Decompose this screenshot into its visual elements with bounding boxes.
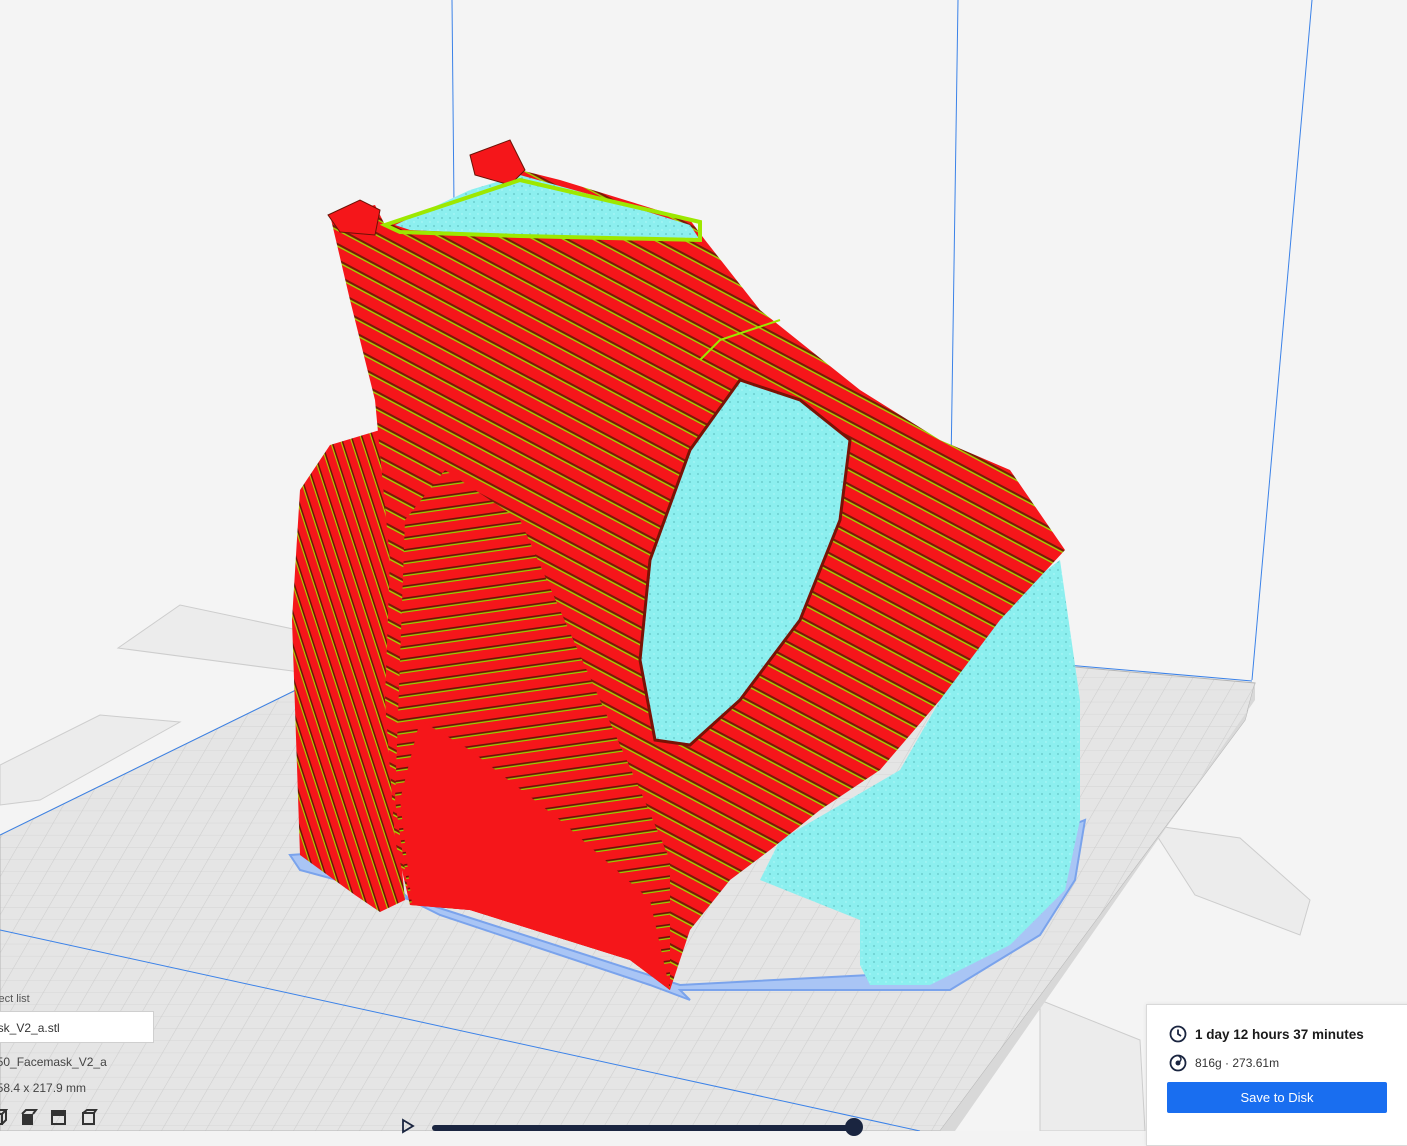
print-summary-panel: 1 day 12 hours 37 minutes 816g · 273.61m… — [1146, 1004, 1407, 1146]
object-dimensions: 258.4 x 217.9 mm — [0, 1081, 87, 1095]
view-3d-icon[interactable] — [0, 1109, 8, 1127]
clock-icon — [1169, 1025, 1187, 1043]
save-to-disk-button[interactable]: Save to Disk — [1167, 1082, 1387, 1113]
material-row: 816g · 273.61m — [1169, 1054, 1279, 1072]
object-list-panel: bject list ask_V2_a.stl 350_Facemask_V2_… — [0, 993, 160, 1127]
material-usage: 816g · 273.61m — [1195, 1056, 1280, 1070]
view-buttons — [0, 1109, 160, 1127]
object-list-header[interactable]: bject list — [0, 993, 160, 1005]
view-top-icon[interactable] — [50, 1109, 68, 1127]
object-name: 350_Facemask_V2_a — [0, 1055, 107, 1069]
layer-slider-handle[interactable] — [845, 1118, 863, 1136]
3d-viewport[interactable] — [0, 0, 1407, 1131]
print-time: 1 day 12 hours 37 minutes — [1195, 1026, 1364, 1042]
print-time-row: 1 day 12 hours 37 minutes — [1169, 1025, 1364, 1043]
view-left-icon[interactable] — [80, 1109, 98, 1127]
layer-slider-track[interactable] — [432, 1125, 856, 1131]
play-icon[interactable] — [400, 1118, 416, 1134]
view-front-icon[interactable] — [20, 1109, 38, 1127]
object-file-field[interactable]: ask_V2_a.stl — [0, 1011, 154, 1043]
filament-spool-icon — [1169, 1054, 1187, 1072]
